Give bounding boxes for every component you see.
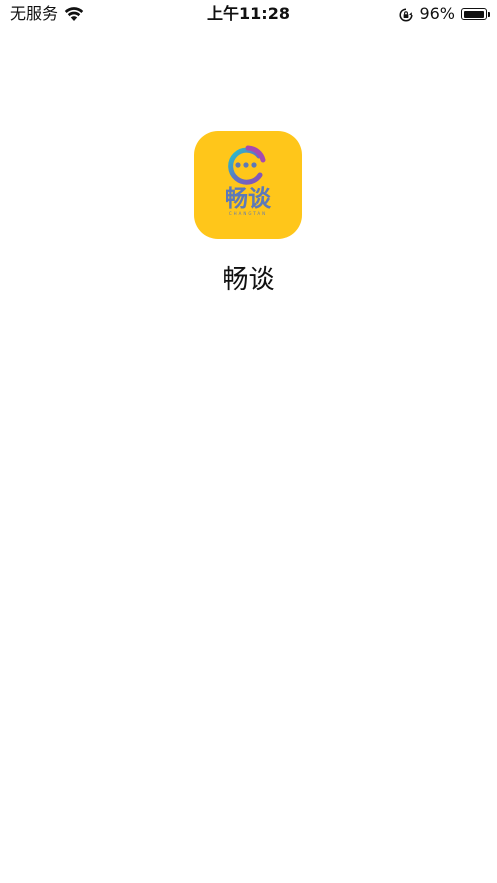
battery-icon [461,8,490,20]
app-name: 畅谈 [222,265,275,295]
battery-percent: 96% [419,4,455,23]
app-icon[interactable]: 畅谈 CHANGTAN [194,131,302,239]
status-bar: 无服务 上午11:28 96% [0,0,497,28]
orientation-lock-icon [399,7,413,22]
battery-level-fill [463,10,484,18]
app-icon-label: 畅谈 [225,185,272,212]
status-right: 96% [399,4,490,24]
app-icon-sublabel: CHANGTAN [229,211,267,216]
